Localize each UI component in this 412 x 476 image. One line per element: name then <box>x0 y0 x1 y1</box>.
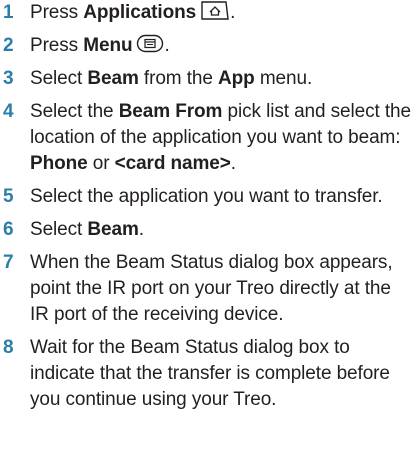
step-text: . <box>230 2 236 23</box>
step-bold-text: Beam From <box>118 101 223 122</box>
step-text: Select <box>30 219 88 240</box>
step-6: 6 Select Beam. <box>0 217 412 243</box>
step-bold-text: Menu <box>83 35 133 56</box>
menu-key-icon <box>136 34 164 54</box>
step-text: Wait for the Beam Status dialog box to i… <box>30 337 390 410</box>
step-number: 2 <box>3 35 14 56</box>
instruction-steps: 1 Press Applications. 2 Press Menu. 3 Se… <box>0 0 412 413</box>
step-number: 1 <box>3 2 14 23</box>
step-bold-text: Phone <box>30 153 88 174</box>
step-text: Select the <box>30 101 119 122</box>
step-bold-text: App <box>218 68 255 89</box>
step-text: or <box>87 153 115 174</box>
step-number: 5 <box>3 186 14 207</box>
step-text: . <box>138 219 144 240</box>
step-bold-text: <card name> <box>114 153 231 174</box>
step-2: 2 Press Menu. <box>0 33 412 59</box>
step-8: 8 Wait for the Beam Status dialog box to… <box>0 335 412 413</box>
step-3: 3 Select Beam from the App menu. <box>0 66 412 92</box>
applications-key-icon <box>200 0 230 21</box>
step-text: Press <box>30 2 84 23</box>
step-text: Select the application you want to trans… <box>30 186 383 207</box>
step-text: When the Beam Status dialog box appears,… <box>30 252 393 325</box>
step-7: 7 When the Beam Status dialog box appear… <box>0 250 412 328</box>
step-number: 7 <box>3 252 14 273</box>
step-number: 3 <box>3 68 14 89</box>
step-text: menu. <box>254 68 313 89</box>
step-text: . <box>164 35 170 56</box>
step-text: Press <box>30 35 84 56</box>
step-bold-text: Beam <box>87 219 139 240</box>
step-number: 4 <box>3 101 14 122</box>
step-text: . <box>230 153 236 174</box>
step-text: from the <box>138 68 218 89</box>
step-bold-text: Beam <box>87 68 139 89</box>
step-5: 5 Select the application you want to tra… <box>0 184 412 210</box>
step-number: 6 <box>3 219 14 240</box>
step-4: 4 Select the Beam From pick list and sel… <box>0 99 412 177</box>
step-text: Select <box>30 68 88 89</box>
step-number: 8 <box>3 337 14 358</box>
step-1: 1 Press Applications. <box>0 0 412 26</box>
step-bold-text: Applications <box>83 2 197 23</box>
